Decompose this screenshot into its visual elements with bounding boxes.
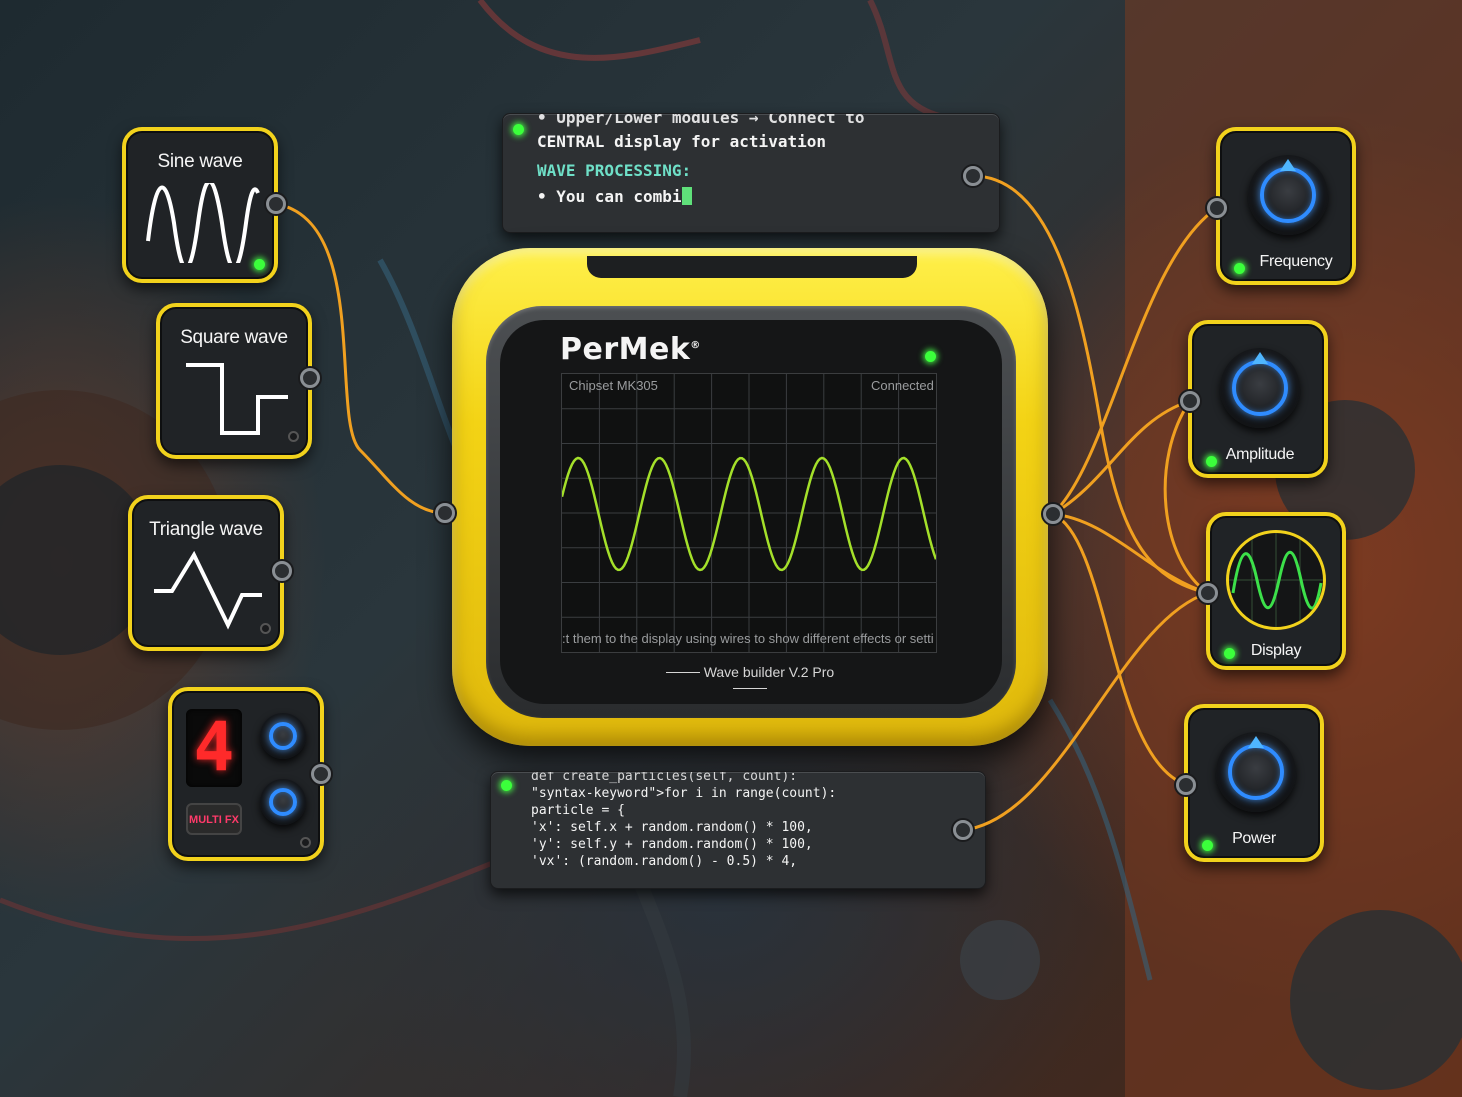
- info-line-0: • Upper/Lower modules → Connect to: [537, 113, 865, 127]
- device-output-port[interactable]: [1043, 504, 1063, 524]
- ticker-text: :t them to the display using wires to sh…: [562, 631, 934, 646]
- code-line-3: 'x': self.x + random.random() * 100,: [531, 820, 813, 835]
- oscilloscope-display: [561, 373, 937, 653]
- info-line-3-wrap: • You can combi: [537, 187, 692, 207]
- code-line-0: def create_particles(self, count):: [531, 771, 798, 784]
- digit-display: 4: [186, 709, 242, 787]
- amplitude-knob[interactable]: [1220, 348, 1300, 428]
- info-line-3: • You can combi: [537, 187, 682, 206]
- power-knob-pointer: [1248, 736, 1264, 748]
- power-knob[interactable]: [1216, 732, 1296, 812]
- info-heading: WAVE PROCESSING:: [537, 161, 692, 180]
- multifx-output-port[interactable]: [311, 764, 331, 784]
- fx-knob-top[interactable]: [260, 713, 306, 759]
- info-terminal: • Upper/Lower modules → Connect to CENTR…: [502, 113, 1000, 233]
- triangle-output-port[interactable]: [272, 561, 292, 581]
- brand-mark: ®: [690, 340, 701, 351]
- info-line-1: CENTRAL display for activation: [537, 132, 826, 151]
- amplitude-knob-pointer: [1252, 352, 1268, 364]
- multifx-aux-port[interactable]: [300, 837, 311, 848]
- amplitude-led: [1206, 456, 1217, 467]
- sine-output-port[interactable]: [266, 194, 286, 214]
- digit-value: 4: [193, 708, 235, 787]
- brand-logo: PerMek®: [560, 332, 701, 367]
- triangle-aux-port[interactable]: [260, 623, 271, 634]
- code-line-1: "syntax-keyword">for i in range(count):: [531, 786, 837, 801]
- text-cursor: [681, 187, 692, 205]
- sine-status-led: [254, 259, 265, 270]
- display-preview: [1226, 530, 1326, 630]
- info-terminal-led: [513, 124, 524, 135]
- triangle-wave-icon: [154, 551, 262, 630]
- triangle-wave-label: Triangle wave: [149, 519, 263, 540]
- square-wave-icon: [186, 363, 288, 435]
- display-led: [1224, 648, 1235, 659]
- triangle-wave-module[interactable]: Triangle wave: [128, 495, 284, 651]
- model-label-wrap: Wave builder V.2 Pro: [650, 664, 850, 696]
- code-line-4: 'y': self.y + random.random() * 100,: [531, 837, 813, 852]
- chipset-label: Chipset MK305: [569, 378, 658, 393]
- amplitude-input-port[interactable]: [1180, 391, 1200, 411]
- frequency-label: Frequency: [1259, 253, 1333, 270]
- code-line-2: particle = {: [531, 803, 625, 818]
- ticker-message: :t them to the display using wires to sh…: [562, 631, 934, 646]
- device-power-led: [925, 351, 936, 362]
- power-module[interactable]: Power: [1184, 704, 1324, 862]
- square-wave-label: Square wave: [180, 327, 288, 348]
- code-line-5: 'vx': (random.random() - 0.5) * 4,: [531, 854, 798, 869]
- square-wave-module[interactable]: Square wave: [156, 303, 312, 459]
- sine-wave-icon: [146, 183, 260, 263]
- oscilloscope-graph: [562, 374, 936, 652]
- power-input-port[interactable]: [1176, 775, 1196, 795]
- code-terminal-port[interactable]: [953, 820, 973, 840]
- frequency-knob[interactable]: [1248, 155, 1328, 235]
- display-wave-icon: [1229, 533, 1323, 627]
- amplitude-module[interactable]: Amplitude: [1188, 320, 1328, 478]
- connection-status: Connected: [871, 378, 934, 393]
- brand-name: PerMek: [560, 332, 691, 367]
- frequency-led: [1234, 263, 1245, 274]
- frequency-knob-pointer: [1280, 159, 1296, 171]
- display-module[interactable]: Display: [1206, 512, 1346, 670]
- square-aux-port[interactable]: [288, 431, 299, 442]
- device-input-port[interactable]: [435, 503, 455, 523]
- multifx-button[interactable]: MULTI FX: [186, 803, 242, 835]
- power-led: [1202, 840, 1213, 851]
- frequency-module[interactable]: Frequency: [1216, 127, 1356, 285]
- frequency-input-port[interactable]: [1207, 198, 1227, 218]
- sine-wave-label: Sine wave: [157, 151, 243, 172]
- multifx-module[interactable]: 4 MULTI FX: [168, 687, 324, 861]
- code-terminal-led: [501, 780, 512, 791]
- device-notch: [587, 256, 917, 278]
- sine-wave-module[interactable]: Sine wave: [122, 127, 278, 283]
- model-label: Wave builder V.2 Pro: [703, 664, 835, 680]
- code-lines: def create_particles(self, count): "synt…: [531, 771, 837, 870]
- code-terminal: def create_particles(self, count): "synt…: [490, 771, 986, 889]
- square-output-port[interactable]: [300, 368, 320, 388]
- display-input-port[interactable]: [1198, 583, 1218, 603]
- info-terminal-port[interactable]: [963, 166, 983, 186]
- fx-knob-bottom[interactable]: [260, 779, 306, 825]
